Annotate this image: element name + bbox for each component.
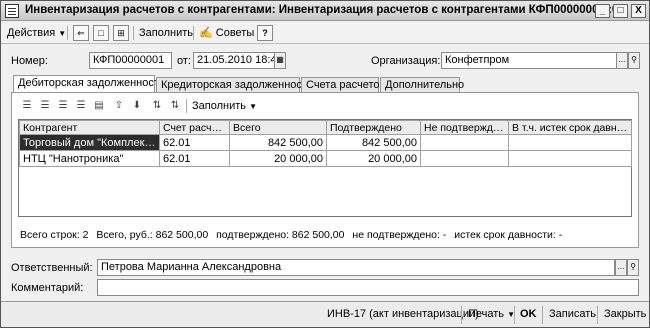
column-header-confirmed[interactable]: Подтверждено (326, 120, 421, 135)
number-label: Номер: (11, 55, 48, 67)
organization-field[interactable]: Конфетпром (441, 52, 617, 69)
receivables-grid: Контрагент Счет расчетов Всего Подтвержд… (19, 120, 632, 167)
tab-additional[interactable]: Дополнительно (380, 77, 464, 93)
date-field[interactable]: 21.05.2010 18:41:07 (193, 52, 278, 69)
select-ellipsis-icon[interactable]: ... (615, 259, 627, 276)
comment-field[interactable] (97, 279, 639, 296)
totals-bar: Всего строк: 2 Всего, руб.: 862 500,00 п… (20, 229, 567, 241)
number-field[interactable]: КФП00000001 (89, 52, 172, 69)
tab-payables[interactable]: Кредиторская задолженность (156, 77, 313, 93)
column-header-total[interactable]: Всего (229, 120, 327, 135)
sort-desc-icon[interactable]: ⇅ (168, 99, 182, 113)
table-row[interactable]: Торговый дом "Комплексный" 62.01 842 500… (19, 134, 632, 151)
maximize-button[interactable]: □ (613, 4, 628, 18)
select-ellipsis-icon[interactable]: ... (616, 52, 628, 69)
cell-total[interactable]: 20 000,00 (229, 150, 327, 167)
edit-row-icon[interactable]: ☰ (56, 99, 70, 113)
receivables-table[interactable]: Контрагент Счет расчетов Всего Подтвержд… (18, 119, 632, 217)
tips-label: Советы (215, 27, 255, 39)
close-button[interactable]: Закрыть (604, 308, 646, 320)
total-expired: истек срок давности: - (454, 229, 563, 241)
document-icon (5, 4, 19, 18)
table-row[interactable]: НТЦ "Нанотроника" 62.01 20 000,00 20 000… (19, 150, 632, 167)
save-button[interactable]: Записать (549, 308, 596, 320)
document-window: Инвентаризация расчетов с контрагентами:… (0, 0, 650, 328)
column-header-expired[interactable]: В т.ч. истек срок давности (508, 120, 632, 135)
cell-account[interactable]: 62.01 (159, 150, 230, 167)
toolbar-separator (186, 99, 187, 113)
print-form-link[interactable]: ИНВ-17 (акт инвентаризации) (327, 308, 479, 320)
move-down-icon[interactable]: ⬇ (130, 99, 144, 113)
cell-account[interactable]: 62.01 (159, 134, 230, 151)
organization-label: Организация: (371, 55, 441, 67)
chevron-down-icon: ▼ (58, 29, 67, 38)
toolbar-separator (67, 26, 68, 40)
minimize-button[interactable]: _ (595, 4, 610, 18)
cell-expired[interactable] (508, 134, 632, 151)
close-window-button[interactable]: X (631, 4, 646, 18)
cell-unconfirmed[interactable] (420, 134, 509, 151)
copy-row-icon[interactable]: ☰ (38, 99, 52, 113)
column-header-unconfirmed[interactable]: Не подтверждено (420, 120, 509, 135)
cell-expired[interactable] (508, 150, 632, 167)
chevron-down-icon: ▼ (249, 102, 257, 111)
date-label: от: (177, 55, 191, 67)
table-fill-button[interactable]: Заполнить ▼ (192, 98, 257, 114)
responsible-label: Ответственный: (11, 262, 93, 274)
column-header-counterparty[interactable]: Контрагент (19, 120, 160, 135)
toolbar-separator (133, 26, 134, 40)
open-search-icon[interactable]: ⚲ (628, 52, 640, 69)
cell-unconfirmed[interactable] (420, 150, 509, 167)
responsible-field[interactable]: Петрова Марианна Александровна (97, 259, 615, 276)
toolbar-separator (461, 306, 462, 324)
end-edit-icon[interactable]: ▤ (92, 99, 106, 113)
print-menu-button[interactable]: Печать ▼ (468, 308, 515, 320)
table-header-row: Контрагент Счет расчетов Всего Подтвержд… (19, 120, 632, 135)
move-up-icon[interactable]: ⇧ (112, 99, 126, 113)
cell-counterparty[interactable]: Торговый дом "Комплексный" (19, 134, 160, 151)
window-title: Инвентаризация расчетов с контрагентами:… (25, 4, 625, 16)
total-confirmed: подтверждено: 862 500,00 (216, 229, 345, 241)
toolbar-separator (514, 306, 515, 324)
tips-icon: ✍ (199, 27, 213, 39)
toolbar-separator (597, 306, 598, 324)
open-search-icon[interactable]: ⚲ (627, 259, 639, 276)
ok-button[interactable]: OK (520, 308, 537, 320)
receivables-panel: ☰ ☰ ☰ ☰ ▤ ⇧ ⬇ ⇅ ⇅ Заполнить ▼ Контрагент… (11, 92, 639, 248)
tips-button[interactable]: ✍ Советы (199, 25, 254, 41)
toolbar-separator (193, 26, 194, 40)
cell-counterparty[interactable]: НТЦ "Нанотроника" (19, 150, 160, 167)
document-view-icon[interactable]: □ (93, 25, 109, 41)
delete-row-icon[interactable]: ☰ (74, 99, 88, 113)
column-header-account[interactable]: Счет расчетов (159, 120, 230, 135)
toolbar-separator (542, 306, 543, 324)
cell-total[interactable]: 842 500,00 (229, 134, 327, 151)
back-arrow-icon[interactable]: ⇐ (73, 25, 89, 41)
title-bar: Инвентаризация расчетов с контрагентами:… (1, 1, 649, 21)
action-bar: ИНВ-17 (акт инвентаризации) Печать ▼ OK … (1, 301, 649, 327)
total-sum: Всего, руб.: 862 500,00 (96, 229, 209, 241)
print-label: Печать (468, 308, 505, 320)
sort-asc-icon[interactable]: ⇅ (150, 99, 164, 113)
fill-button[interactable]: Заполнить (139, 25, 193, 41)
tab-accounts[interactable]: Счета расчетов (301, 77, 385, 93)
structure-icon[interactable]: ⊞ (113, 25, 129, 41)
total-unconfirmed: не подтверждено: - (352, 229, 447, 241)
table-fill-label: Заполнить (192, 100, 247, 112)
comment-label: Комментарий: (11, 282, 84, 294)
help-button[interactable]: ? (257, 25, 273, 41)
actions-label: Действия (7, 27, 56, 39)
cell-confirmed[interactable]: 842 500,00 (326, 134, 421, 151)
total-rows: Всего строк: 2 (20, 229, 89, 241)
actions-menu[interactable]: Действия ▼ (7, 25, 66, 41)
calendar-icon[interactable]: ▦ (274, 52, 286, 69)
toolbar: Действия ▼ ⇐ □ ⊞ Заполнить ✍ Советы ? (1, 22, 649, 44)
cell-confirmed[interactable]: 20 000,00 (326, 150, 421, 167)
add-row-icon[interactable]: ☰ (20, 99, 34, 113)
